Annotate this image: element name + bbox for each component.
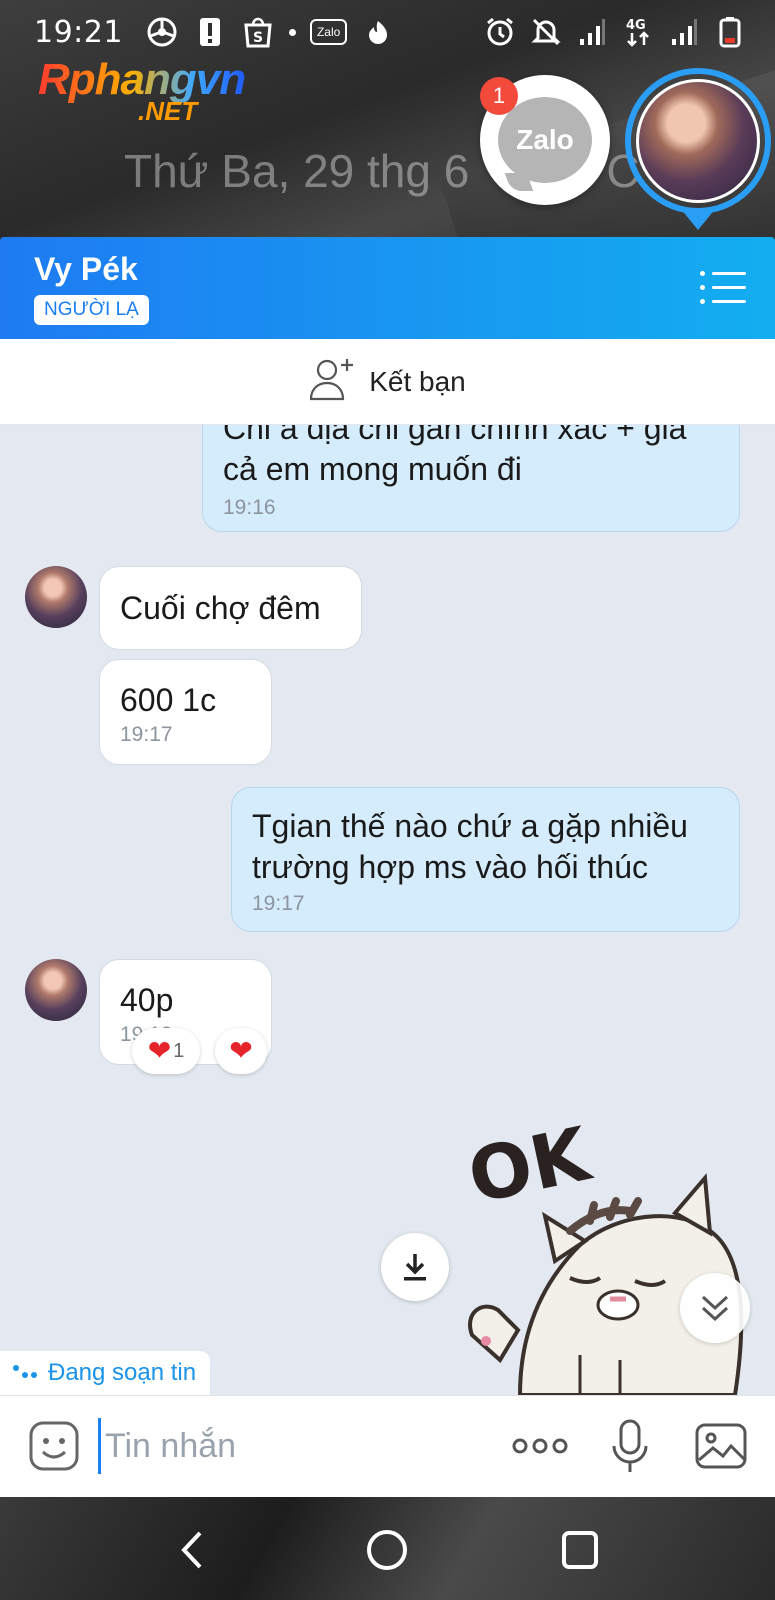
message-text: Cuối chợ đêm: [120, 590, 321, 626]
heart-icon: ❤: [147, 1035, 172, 1066]
steering-wheel-icon: [145, 15, 179, 49]
status-right-icons: 4G: [483, 15, 747, 49]
contact-avatar[interactable]: [25, 566, 87, 628]
message-bubble-outgoing[interactable]: Tgian thế nào chứ a gặp nhiều trường hợp…: [231, 787, 740, 932]
chat-head-pointer: [680, 208, 716, 230]
shopee-icon: S: [241, 15, 275, 49]
react-button[interactable]: ❤: [215, 1028, 267, 1074]
message-bubble-incoming[interactable]: 600 1c 19:17: [99, 659, 272, 765]
heart-icon: ❤: [229, 1035, 253, 1066]
battery-icon: [713, 15, 747, 49]
status-dot: [288, 28, 296, 36]
zalo-head-label: Zalo: [516, 124, 574, 155]
stranger-badge: NGƯỜI LẠ: [34, 295, 149, 325]
add-user-icon: [309, 357, 355, 406]
home-circle-icon: [367, 1530, 407, 1570]
chat-header: Vy Pék NGƯỜI LẠ: [0, 237, 775, 339]
voice-message-button[interactable]: [610, 1418, 650, 1476]
mute-icon: [529, 15, 563, 49]
emoji-button[interactable]: [28, 1420, 80, 1472]
alert-icon: [193, 15, 227, 49]
image-icon: [695, 1423, 747, 1469]
contact-chat-head[interactable]: [625, 68, 771, 214]
typing-dots-icon: [13, 1365, 37, 1378]
contact-avatar[interactable]: [25, 959, 87, 1021]
message-text: 600 1c: [120, 682, 217, 718]
nav-back-button[interactable]: [170, 1527, 216, 1573]
add-friend-label: Kết bạn: [369, 365, 466, 397]
double-chevron-down-icon: [701, 1295, 729, 1322]
contact-head-avatar: [636, 79, 760, 203]
message-time: 19:17: [252, 892, 305, 915]
reaction-summary[interactable]: ❤ 1: [132, 1028, 200, 1074]
lock-screen-date: Thứ Ba, 29 thg 6: [124, 145, 470, 197]
system-nav-bar: [0, 1497, 775, 1600]
send-image-button[interactable]: [694, 1422, 748, 1470]
typing-label: Đang soạn tin: [48, 1359, 197, 1386]
menu-icon[interactable]: [700, 269, 748, 305]
zalo-icon: Zalo: [309, 19, 348, 45]
message-bubble-outgoing[interactable]: Chỉ a địa chỉ gần chính xác + giá cả em …: [202, 425, 740, 532]
composer: [0, 1395, 775, 1497]
back-chevron-icon: [181, 1531, 202, 1569]
signal-icon: [575, 15, 609, 49]
signal-icon-2: [667, 15, 701, 49]
message-text: Tgian thế nào chứ a gặp nhiều trường hợp…: [252, 808, 688, 885]
typing-indicator: Đang soạn tin: [0, 1351, 211, 1395]
reaction-count: 1: [173, 1039, 185, 1062]
status-left-icons: S Zalo: [145, 15, 395, 49]
alarm-icon: [483, 15, 517, 49]
flame-icon: [361, 15, 395, 49]
watermark: Rphangvn .NET: [38, 58, 246, 125]
message-time: 19:17: [120, 723, 173, 746]
nav-home-button[interactable]: [364, 1527, 410, 1573]
message-text: Chỉ a địa chỉ gần chính xác + giá cả em …: [223, 425, 687, 487]
notification-badge: 1: [480, 77, 518, 115]
cat-sticker[interactable]: OK: [460, 1111, 750, 1395]
recents-square-icon: [562, 1531, 598, 1569]
add-friend-button[interactable]: Kết bạn: [0, 339, 775, 425]
contact-name[interactable]: Vy Pék: [34, 251, 138, 288]
more-dots-icon: [512, 1438, 568, 1454]
zalo-logo-icon: Zalo: [498, 97, 592, 183]
message-input[interactable]: [98, 1418, 478, 1474]
sticker-face-icon: [29, 1421, 79, 1471]
more-options-button[interactable]: [510, 1428, 570, 1464]
nav-recents-button[interactable]: [558, 1527, 604, 1573]
status-time: 19:21: [34, 14, 123, 50]
message-list[interactable]: Chỉ a địa chỉ gần chính xác + giá cả em …: [0, 425, 775, 1395]
network-label: 4G: [626, 18, 646, 33]
sticker-text: OK: [461, 1113, 599, 1221]
message-text: 40p: [120, 982, 174, 1018]
microphone-icon: [612, 1419, 648, 1472]
message-bubble-incoming[interactable]: Cuối chợ đêm: [99, 566, 362, 650]
message-time: 19:16: [223, 496, 276, 519]
signal-4g-icon: 4G: [621, 15, 655, 49]
svg-text:S: S: [253, 30, 263, 46]
scroll-down-button[interactable]: [680, 1273, 750, 1343]
download-button[interactable]: [381, 1233, 449, 1301]
download-icon: [404, 1254, 426, 1281]
